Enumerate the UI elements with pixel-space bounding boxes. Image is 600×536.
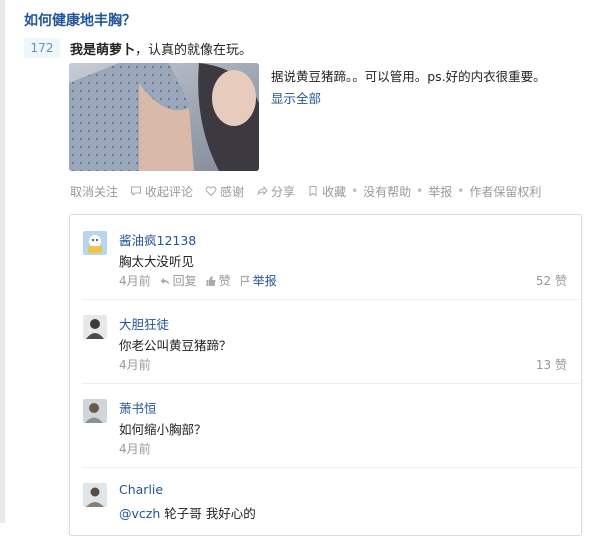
comment-meta: 4月前 (119, 356, 151, 373)
answer-action-bar: 取消关注 收起评论 感谢 分享 收藏 • 没有帮助 • 举报 • 作者保留权利 (70, 183, 541, 199)
comment-divider (82, 383, 581, 384)
question-title[interactable]: 如何健康地丰胸？ (24, 10, 136, 30)
no-help-button[interactable]: 没有帮助 (363, 183, 411, 200)
separator-dot: • (351, 184, 359, 198)
heart-icon (205, 186, 217, 197)
share-button[interactable]: 分享 (256, 183, 295, 200)
comment-like-count: 13 赞 (535, 358, 567, 372)
comment-text: 胸太大没听见 (119, 254, 195, 269)
comment-author[interactable]: Charlie (119, 482, 163, 497)
author-name[interactable]: 我是萌萝卜 (70, 43, 135, 58)
reply-button[interactable]: 回复 (159, 272, 197, 289)
report-button[interactable]: 举报 (428, 183, 452, 200)
left-divider (0, 0, 5, 523)
avatar[interactable] (83, 399, 107, 423)
bookmark-icon (309, 186, 317, 197)
mention-link[interactable]: @vczh (119, 506, 160, 521)
comment-text: @vczh 轮子哥 我好心的 (119, 503, 256, 522)
answer-thumbnail[interactable] (69, 63, 259, 171)
answer-excerpt: 据说黄豆猪蹄。。可以管用。ps.好的内衣很重要。 (271, 69, 546, 84)
comment-text: 如何缩小胸部？ (119, 422, 207, 437)
separator-dot: • (457, 184, 465, 198)
share-icon (257, 185, 268, 196)
avatar[interactable] (83, 315, 107, 339)
comment-text: 你老公叫黄豆猪蹄？ (119, 338, 232, 353)
avatar-image (83, 231, 107, 255)
separator-dot: • (416, 184, 424, 198)
collapse-comments-button[interactable]: 收起评论 (130, 183, 193, 200)
show-all-link[interactable]: 显示全部 (271, 88, 321, 107)
comment-panel-caret (105, 215, 122, 223)
comment-panel: 酱油疯12138 胸太大没听见 4月前 回复 赞 举报 52 赞 大胆狂徒 你老… (69, 214, 582, 536)
thumbnail-image (69, 63, 259, 171)
comment-time: 4月前 (119, 442, 151, 456)
answer-author: 我是萌萝卜，认真的就像在玩。 (70, 39, 252, 58)
comment-author[interactable]: 酱油疯12138 (119, 230, 196, 249)
comment-time: 4月前 (119, 358, 151, 372)
unfollow-button[interactable]: 取消关注 (70, 183, 118, 200)
copyright-link[interactable]: 作者保留权利 (469, 183, 541, 200)
comment-author[interactable]: 大胆狂徒 (119, 314, 169, 333)
comment-time: 4月前 (119, 274, 151, 288)
comment-author[interactable]: 萧书恒 (119, 398, 157, 417)
comment-divider (82, 299, 581, 300)
thanks-button[interactable]: 感谢 (205, 183, 244, 200)
avatar-image (83, 483, 107, 507)
author-bio: ，认真的就像在玩。 (135, 43, 253, 58)
avatar-image (83, 315, 107, 339)
avatar-image (83, 399, 107, 423)
avatar[interactable] (83, 483, 107, 507)
flag-icon (240, 275, 250, 286)
comment-meta: 4月前 (119, 440, 151, 457)
reply-icon (160, 277, 170, 285)
vote-count-button[interactable]: 172 (24, 38, 60, 58)
thumbs-up-icon (206, 275, 216, 286)
comment-text-body: 轮子哥 我好心的 (160, 506, 256, 521)
comment-like-count: 52 赞 (535, 274, 567, 288)
comment-icon (131, 186, 142, 197)
collect-button[interactable]: 收藏 (307, 183, 346, 200)
comment-meta: 4月前 回复 赞 举报 (119, 272, 277, 289)
comment-report-button[interactable]: 举报 (239, 272, 277, 289)
comment-divider (82, 467, 581, 468)
avatar[interactable] (83, 231, 107, 255)
like-button[interactable]: 赞 (205, 272, 231, 289)
